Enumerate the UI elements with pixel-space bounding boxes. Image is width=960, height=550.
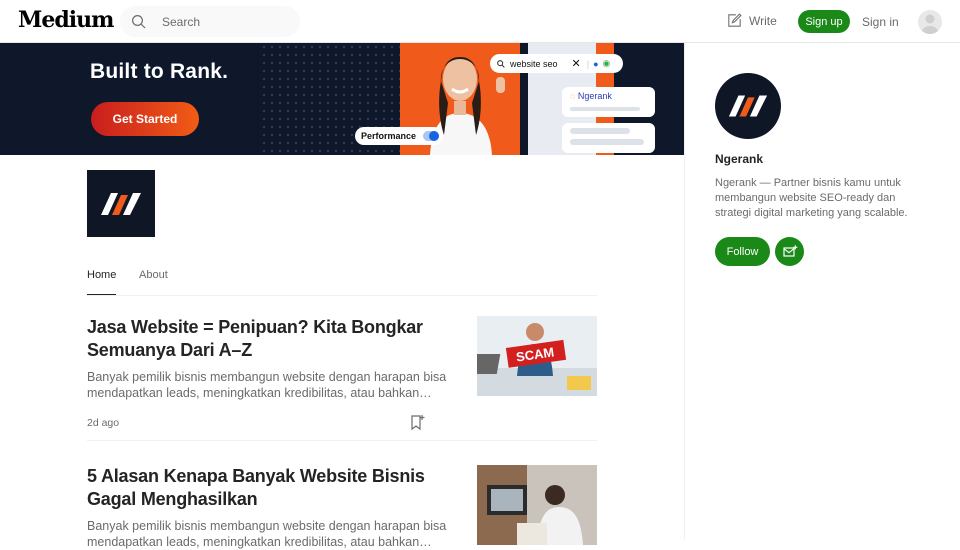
lens-icon: ◉ xyxy=(602,58,611,68)
article-date: 2d ago xyxy=(87,417,120,429)
banner-skeleton-card xyxy=(562,123,655,153)
signin-link[interactable]: Sign in xyxy=(862,15,899,29)
performance-label: Performance xyxy=(361,131,417,141)
article-card[interactable]: Jasa Website = Penipuan? Kita Bongkar Se… xyxy=(87,316,597,431)
search-icon xyxy=(497,59,505,68)
article-thumbnail[interactable] xyxy=(477,465,597,545)
article-thumbnail[interactable]: SCAM xyxy=(477,316,597,396)
follow-button[interactable]: Follow xyxy=(715,237,770,266)
mail-plus-icon xyxy=(782,244,797,257)
article-title[interactable]: 5 Alasan Kenapa Banyak Website Bisnis Ga… xyxy=(87,465,427,511)
article-excerpt[interactable]: Banyak pemilik bisnis membangun website … xyxy=(87,369,447,401)
banner-result-label: Ngerank xyxy=(577,91,612,101)
article-excerpt[interactable]: Banyak pemilik bisnis membangun website … xyxy=(87,518,447,550)
tab-home[interactable]: Home xyxy=(87,269,117,295)
article-card[interactable]: 5 Alasan Kenapa Banyak Website Bisnis Ga… xyxy=(87,465,597,550)
divider: | xyxy=(586,58,590,69)
tab-about[interactable]: About xyxy=(139,269,168,281)
search-icon xyxy=(132,14,146,28)
signup-button[interactable]: Sign up xyxy=(798,10,850,33)
subscribe-email-button[interactable] xyxy=(775,237,804,266)
publication-tabs: Home About xyxy=(87,269,597,296)
publication-banner: Built to Rank. Get Started website seo ✕… xyxy=(0,43,684,155)
skeleton-bar xyxy=(570,107,640,111)
publication-logo[interactable] xyxy=(87,170,155,237)
get-started-button[interactable]: Get Started xyxy=(91,102,199,136)
top-navbar: Medium Write Sign up Sign in xyxy=(0,0,960,43)
skeleton-bar xyxy=(570,128,630,134)
ngerank-logo-icon xyxy=(728,95,768,117)
bookmark-icon[interactable] xyxy=(409,414,425,431)
search-input[interactable] xyxy=(162,14,282,29)
skeleton-bar xyxy=(570,139,644,145)
article-title[interactable]: Jasa Website = Penipuan? Kita Bongkar Se… xyxy=(87,316,427,362)
banner-search-query: website seo xyxy=(510,58,558,69)
write-label: Write xyxy=(749,13,777,28)
medium-logo[interactable]: Medium xyxy=(18,7,114,33)
banner-performance-toggle: Performance xyxy=(355,127,443,145)
publication-avatar[interactable] xyxy=(715,73,781,139)
right-sidebar: Ngerank Ngerank — Partner bisnis kamu un… xyxy=(684,43,960,540)
ngerank-logo-icon xyxy=(101,192,141,215)
toggle-switch-icon xyxy=(423,131,439,141)
banner-result-card: ◌ Ngerank xyxy=(562,87,655,117)
publication-description: Ngerank — Partner bisnis kamu untuk memb… xyxy=(715,177,908,219)
publication-name[interactable]: Ngerank xyxy=(715,152,763,166)
close-icon: ✕ xyxy=(571,58,581,70)
banner-search-mock: website seo ✕ | ● ◉ xyxy=(490,54,623,73)
write-link[interactable]: Write xyxy=(726,12,777,29)
write-icon xyxy=(728,13,742,27)
loading-icon: ◌ xyxy=(570,91,576,101)
banner-title: Built to Rank. xyxy=(90,60,229,83)
mic-icon: ● xyxy=(593,58,599,69)
search-box[interactable] xyxy=(120,6,300,37)
article-divider xyxy=(87,440,597,441)
user-avatar-icon[interactable] xyxy=(918,10,942,34)
